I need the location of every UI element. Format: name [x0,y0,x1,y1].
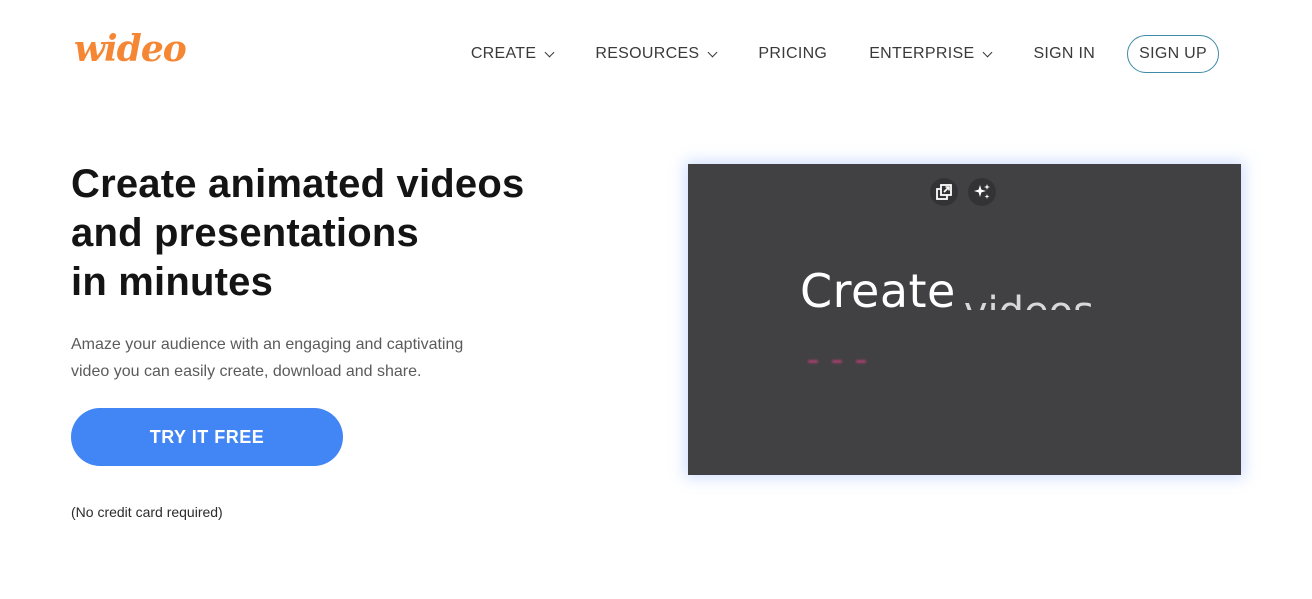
hero-subtitle: Amaze your audience with an engaging and… [71,331,511,385]
open-external-button[interactable] [930,178,958,206]
nav-sign-in-label: SIGN IN [1033,45,1096,62]
video-animation-dots [808,360,880,363]
hero-title-line: Create animated videos [71,162,525,206]
chevron-down-icon [982,47,993,57]
sign-up-button[interactable]: SIGN UP [1127,35,1219,73]
open-external-icon [936,184,952,200]
animation-dot [808,360,818,363]
hero-title: Create animated videos and presentations… [71,160,631,307]
nav-pricing[interactable]: PRICING [758,45,827,63]
nav-resources-label: RESOURCES [595,45,700,62]
chevron-down-icon [707,47,718,57]
no-credit-card-note: (No credit card required) [71,504,223,520]
video-player[interactable]: Create videos [688,164,1241,475]
try-it-free-button[interactable]: TRY IT FREE [71,408,343,466]
video-controls [930,178,1006,206]
nav-create[interactable]: CREATE [470,45,555,63]
wideo-logo[interactable]: wideo [74,26,187,72]
sparkle-icon [974,184,990,199]
hero-title-line: and presentations [71,211,419,255]
video-headline-main: Create [800,264,956,310]
nav-sign-in[interactable]: SIGN IN [1033,45,1095,63]
hero-subtitle-line: video you can easily create, download an… [71,363,422,380]
nav-enterprise[interactable]: ENTERPRISE [869,45,993,63]
logo-text: wideo [74,28,187,70]
nav-enterprise-label: ENTERPRISE [869,45,975,62]
animation-dot [832,360,842,363]
video-headline: Create videos [800,264,1094,310]
animation-dot [856,360,866,363]
hero-title-line: in minutes [71,260,274,304]
nav-resources[interactable]: RESOURCES [595,45,718,63]
chevron-down-icon [544,47,555,57]
nav-create-label: CREATE [470,45,537,62]
page: wideo CREATE RESOURCES PRICING ENTERPRIS… [0,0,1312,599]
nav-pricing-label: PRICING [758,45,828,62]
hero-subtitle-line: Amaze your audience with an engaging and… [71,336,464,353]
video-headline-partial: videos [964,289,1094,310]
sign-up-label: SIGN UP [1139,45,1207,62]
sparkle-button[interactable] [968,178,996,206]
main-nav: CREATE RESOURCES PRICING ENTERPRISE SIGN… [471,33,1219,75]
